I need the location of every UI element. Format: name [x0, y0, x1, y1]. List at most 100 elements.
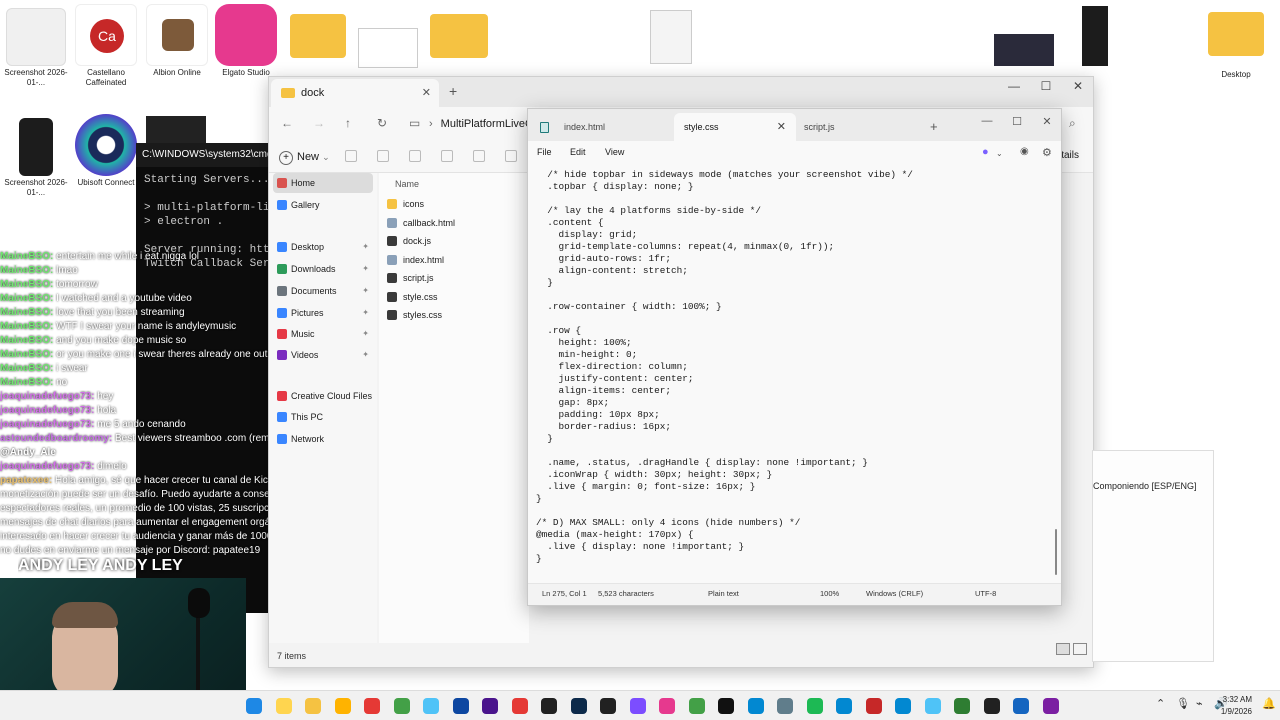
- sidebar-item-home[interactable]: Home: [273, 173, 373, 193]
- paint-icon[interactable]: [275, 698, 292, 714]
- file-row[interactable]: index.html: [387, 251, 527, 269]
- edge2-icon[interactable]: [836, 698, 852, 714]
- menu-view[interactable]: View: [605, 147, 624, 157]
- maximize-button[interactable]: ☐: [1002, 115, 1032, 128]
- close-icon[interactable]: ✕: [422, 79, 431, 107]
- desktop-icon-folder[interactable]: [430, 14, 488, 58]
- copy-icon[interactable]: [377, 150, 389, 162]
- tab-index-html[interactable]: index.html: [528, 113, 670, 141]
- sidebar-item-videos[interactable]: Videos ✦: [273, 345, 373, 365]
- spotify-icon[interactable]: [806, 698, 823, 714]
- menu-file[interactable]: File: [537, 147, 552, 157]
- copilot-icon[interactable]: ●: [982, 146, 989, 158]
- address-bar[interactable]: › MultiPlatformLiveC: [429, 113, 539, 135]
- minimize-button[interactable]: —: [972, 115, 1002, 127]
- tiles-view-icon[interactable]: [1073, 643, 1087, 655]
- desktop-icon-folder[interactable]: [290, 14, 346, 58]
- desktop-icon-screenshot[interactable]: [1082, 6, 1108, 66]
- castellano-icon[interactable]: [865, 698, 882, 714]
- opera-icon[interactable]: [364, 698, 380, 714]
- notification-icon[interactable]: 🔔: [1262, 697, 1276, 710]
- premiere-icon[interactable]: [482, 698, 498, 714]
- close-window-button[interactable]: ✕: [1063, 77, 1093, 95]
- elgato-icon[interactable]: [659, 698, 675, 714]
- clock[interactable]: 3:32 AM 1/9/2026: [1221, 694, 1252, 718]
- delete-icon[interactable]: [505, 150, 517, 162]
- sidebar-item-network[interactable]: Network: [273, 429, 373, 449]
- sidebar-item-pictures[interactable]: Pictures ✦: [273, 303, 373, 323]
- gear-icon[interactable]: ⚙: [1042, 146, 1052, 159]
- epic-icon[interactable]: [541, 698, 557, 714]
- network-icon[interactable]: ⌁: [1196, 697, 1203, 710]
- explorer-tab-dock[interactable]: dock ✕: [271, 79, 439, 107]
- notepad-icon[interactable]: [954, 698, 970, 714]
- xbox-icon[interactable]: [393, 698, 410, 714]
- vscode-icon[interactable]: [1013, 698, 1029, 714]
- new-button[interactable]: + New ⌄: [279, 147, 330, 167]
- sidebar-item-this-pc[interactable]: This PC: [273, 407, 373, 427]
- notes-icon[interactable]: [334, 698, 351, 714]
- cut-icon[interactable]: [345, 150, 357, 162]
- steam-icon[interactable]: [570, 698, 587, 714]
- file-row[interactable]: styles.css: [387, 306, 527, 324]
- obs-icon[interactable]: [600, 698, 616, 714]
- close-icon[interactable]: ✕: [777, 113, 786, 141]
- sidebar-item-desktop[interactable]: Desktop ✦: [273, 237, 373, 257]
- desktop-icon-albion[interactable]: Albion Online: [141, 4, 213, 78]
- file-format[interactable]: Plain text: [708, 589, 739, 598]
- edge3-icon[interactable]: [895, 698, 911, 714]
- folder-icon[interactable]: [305, 698, 321, 714]
- forward-arrow-icon[interactable]: →: [313, 116, 325, 130]
- share-icon[interactable]: [473, 150, 485, 162]
- code-editor[interactable]: /* hide topbar in sideways mode (matches…: [536, 169, 1051, 579]
- back-arrow-icon[interactable]: ←: [281, 116, 293, 130]
- zoom-level[interactable]: 100%: [820, 589, 839, 598]
- refresh-icon[interactable]: ↻: [377, 116, 387, 130]
- sidebar-item-gallery[interactable]: Gallery: [273, 195, 373, 215]
- details-view-icon[interactable]: [1056, 643, 1070, 655]
- sidebar-item-documents[interactable]: Documents ✦: [273, 281, 373, 301]
- file-row[interactable]: style.css: [387, 288, 527, 306]
- minimize-button[interactable]: —: [999, 77, 1029, 95]
- desktop-icon-screenshot[interactable]: Screenshot 2026-01-...: [0, 8, 72, 88]
- notepad-window[interactable]: index.html style.css ✕ script.js + — ☐ ✕…: [527, 108, 1062, 606]
- chevron-down-icon[interactable]: ⌄: [996, 149, 1003, 158]
- youtube-icon[interactable]: [511, 698, 528, 714]
- file-row[interactable]: script.js: [387, 269, 527, 287]
- scrollbar[interactable]: [1055, 529, 1057, 575]
- desktop-icon-document[interactable]: [650, 10, 692, 64]
- new-tab-button[interactable]: +: [449, 83, 457, 99]
- rename-icon[interactable]: [441, 150, 453, 162]
- desktop-icon-castellano[interactable]: Ca Castellano Caffeinated: [70, 4, 142, 88]
- search-icon[interactable]: ⌕: [1069, 116, 1076, 131]
- file-explorer-icon[interactable]: [246, 698, 262, 714]
- edge-icon[interactable]: [747, 698, 764, 714]
- maximize-button[interactable]: ☐: [1031, 77, 1061, 95]
- sidebar-item-music[interactable]: Music ✦: [273, 324, 373, 344]
- photos-icon[interactable]: [924, 698, 941, 714]
- line-ending[interactable]: Windows (CRLF): [866, 589, 923, 598]
- monitor-icon[interactable]: ▭: [409, 116, 420, 130]
- tiktok-icon[interactable]: [718, 698, 734, 714]
- close-window-button[interactable]: ✕: [1032, 115, 1062, 128]
- encoding[interactable]: UTF-8: [975, 589, 996, 598]
- desktop-icon-screenshot[interactable]: [994, 34, 1054, 66]
- calculator-icon[interactable]: [777, 698, 793, 714]
- desktop-icon-desktop-folder[interactable]: Desktop: [1200, 12, 1272, 80]
- file-row[interactable]: icons: [387, 195, 527, 213]
- desktop-icon-app[interactable]: [146, 116, 206, 146]
- desktop-icon-elgato[interactable]: Elgato Studio: [210, 4, 282, 78]
- sidebar-item-downloads[interactable]: Downloads ✦: [273, 259, 373, 279]
- file-row[interactable]: dock.js: [387, 232, 527, 250]
- terminal-icon[interactable]: [983, 698, 1000, 714]
- account-icon[interactable]: ◉: [1020, 146, 1029, 157]
- desktop-icon-screenshot-2[interactable]: Screenshot 2026-01-...: [0, 118, 72, 198]
- up-arrow-icon[interactable]: ↑: [345, 116, 351, 130]
- file-row[interactable]: callback.html: [387, 214, 527, 232]
- new-tab-button[interactable]: +: [930, 119, 938, 134]
- sidebar-item-creative-cloud-files[interactable]: Creative Cloud Files: [273, 386, 373, 406]
- chrome-icon[interactable]: [688, 698, 705, 714]
- photoshop-icon[interactable]: [452, 698, 469, 714]
- desktop-icon-file[interactable]: [358, 28, 418, 68]
- menu-edit[interactable]: Edit: [570, 147, 586, 157]
